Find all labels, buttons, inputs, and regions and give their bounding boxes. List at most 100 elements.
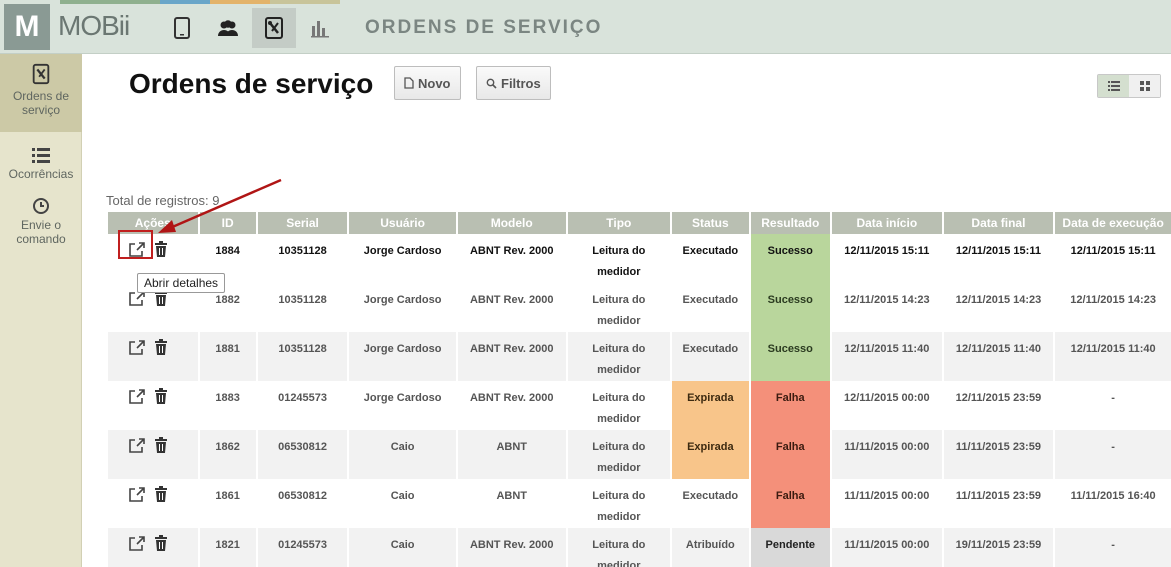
sidebar-item-ocorrencias[interactable]: Ocorrências <box>0 138 82 189</box>
column-header[interactable]: Status <box>672 212 749 234</box>
delete-button[interactable] <box>154 437 174 455</box>
filters-button[interactable]: Filtros <box>476 66 551 100</box>
cell-resultado: Falha <box>750 479 830 528</box>
cell-status: Executado <box>682 294 739 306</box>
nav-tools[interactable] <box>252 8 296 48</box>
column-header[interactable]: Serial <box>257 212 348 234</box>
open-details-button[interactable] <box>128 388 148 406</box>
column-header[interactable]: Tipo <box>567 212 671 234</box>
cell-final: 19/11/2015 23:59 <box>943 528 1054 567</box>
delete-button[interactable] <box>154 535 174 553</box>
cell-tipo: Leitura do medidor <box>592 392 646 425</box>
cell-modelo: ABNT Rev. 2000 <box>469 392 554 404</box>
nav-tablet[interactable] <box>160 8 204 48</box>
cell-modelo: ABNT <box>457 430 566 479</box>
annotation-highlight <box>118 230 153 259</box>
cell-tipo: Leitura do medidor <box>592 490 646 523</box>
cell-tipo: Leitura do medidor <box>567 332 671 381</box>
file-icon <box>404 77 414 89</box>
orders-table: Ações ID Serial Usuário Modelo Tipo Stat… <box>106 212 1171 567</box>
cell-tipo: Leitura do medidor <box>592 294 646 327</box>
open-details-button[interactable] <box>128 339 148 357</box>
column-header[interactable]: Modelo <box>457 212 566 234</box>
nav-users[interactable] <box>206 8 250 48</box>
clock-icon <box>33 198 49 214</box>
top-bar: M MOBii ORDENS DE SERVIÇO <box>0 0 1171 54</box>
cell-id: 1862 <box>199 430 256 479</box>
column-header[interactable]: Resultado <box>750 212 830 234</box>
delete-button[interactable] <box>154 241 174 259</box>
open-details-button[interactable] <box>128 535 148 553</box>
cell-modelo: ABNT <box>496 490 527 502</box>
open-details-button[interactable] <box>128 486 148 504</box>
external-link-icon <box>129 438 145 453</box>
view-toggle <box>1097 74 1161 98</box>
users-icon <box>218 20 238 36</box>
cell-tipo: Leitura do medidor <box>567 430 671 479</box>
cell-tipo: Leitura do medidor <box>592 245 646 278</box>
delete-button[interactable] <box>154 339 174 357</box>
sidebar: Ordens de serviço Ocorrências Envie o co… <box>0 54 82 567</box>
bar-chart-icon <box>311 21 329 38</box>
page-title: Ordens de serviço <box>129 68 374 99</box>
cell-serial: 06530812 <box>257 430 348 479</box>
cell-resultado: Falha <box>750 381 830 430</box>
sidebar-item-comando[interactable]: Envie o comando <box>0 189 82 254</box>
trash-icon <box>155 486 167 502</box>
table-header: Ações ID Serial Usuário Modelo Tipo Stat… <box>108 212 1171 234</box>
trash-icon <box>155 241 167 257</box>
grid-view-button[interactable] <box>1129 75 1160 97</box>
list-icon <box>32 148 50 163</box>
external-link-icon <box>129 536 145 551</box>
logo-badge: M <box>4 4 50 50</box>
cell-resultado: Sucesso <box>750 332 830 381</box>
cell-execucao: 12/11/2015 15:11 <box>1070 245 1156 257</box>
sidebar-item-ordens[interactable]: Ordens de serviço <box>0 54 82 132</box>
column-header[interactable]: Data final <box>943 212 1054 234</box>
cell-execucao: - <box>1111 392 1115 404</box>
cell-inicio: 11/11/2015 00:00 <box>832 430 942 479</box>
cell-final: 12/11/2015 14:23 <box>955 294 1042 306</box>
cell-serial: 10351128 <box>257 332 348 381</box>
table-row[interactable]: 1883 01245573 Jorge Cardoso ABNT Rev. 2000 L… <box>108 381 1171 430</box>
list-view-icon <box>1107 81 1120 91</box>
header-title: ORDENS DE SERVIÇO <box>365 17 603 38</box>
tools-icon <box>32 63 50 85</box>
search-icon <box>486 78 497 89</box>
table-row[interactable]: 1862 06530812 Caio ABNT Leitura do medidor Ex… <box>108 430 1171 479</box>
delete-button[interactable] <box>154 486 174 504</box>
column-header[interactable]: Data início <box>832 212 942 234</box>
table-row[interactable]: 1881 10351128 Jorge Cardoso ABNT Rev. 2000 L… <box>108 332 1171 381</box>
table-row[interactable]: 1882 10351128 Jorge Cardoso ABNT Rev. 2000 L… <box>108 283 1171 332</box>
cell-final: 12/11/2015 23:59 <box>955 392 1042 404</box>
cell-execucao: 11/11/2015 16:40 <box>1070 490 1156 502</box>
cell-serial: 01245573 <box>257 528 348 567</box>
column-header[interactable]: Usuário <box>349 212 456 234</box>
trash-icon <box>155 535 167 551</box>
external-link-icon <box>129 389 145 404</box>
top-nav <box>160 8 344 48</box>
cell-id: 1883 <box>215 392 240 404</box>
delete-button[interactable] <box>154 388 174 406</box>
new-button[interactable]: Novo <box>394 66 461 100</box>
cell-status: Executado <box>682 245 739 257</box>
cell-serial: 01245573 <box>278 392 328 404</box>
cell-serial: 10351128 <box>278 245 327 257</box>
table-row[interactable]: 1861 06530812 Caio ABNT Leitura do medidor Ex… <box>108 479 1171 528</box>
cell-modelo: ABNT Rev. 2000 <box>469 294 554 306</box>
table-row[interactable]: 1821 01245573 Caio ABNT Rev. 2000 Leitura do… <box>108 528 1171 567</box>
cell-final: 12/11/2015 15:11 <box>955 245 1041 257</box>
list-view-button[interactable] <box>1098 75 1129 97</box>
open-details-button[interactable] <box>128 437 148 455</box>
cell-modelo: ABNT Rev. 2000 <box>457 528 566 567</box>
trash-icon <box>155 339 167 355</box>
cell-final: 11/11/2015 23:59 <box>943 430 1054 479</box>
nav-reports[interactable] <box>298 8 342 48</box>
column-header[interactable]: ID <box>199 212 256 234</box>
cell-execucao: 12/11/2015 11:40 <box>1055 332 1171 381</box>
column-header[interactable]: Data de execução <box>1055 212 1171 234</box>
cell-usuario: Caio <box>349 528 456 567</box>
table-row[interactable]: 1884 10351128 Jorge Cardoso ABNT Rev. 2000 L… <box>108 234 1171 283</box>
filters-button-label: Filtros <box>501 75 541 91</box>
sidebar-item-label: Ocorrências <box>8 167 74 181</box>
